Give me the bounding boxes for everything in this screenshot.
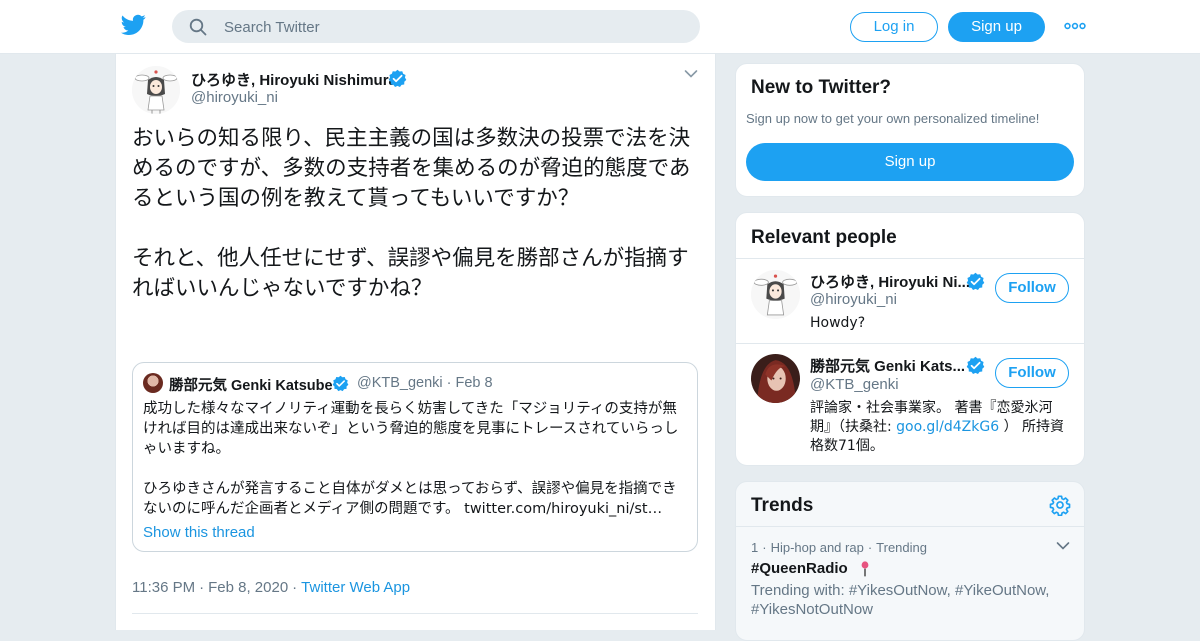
follow-button[interactable]: Follow <box>995 358 1069 388</box>
search-bar[interactable] <box>172 10 700 45</box>
card-title: New to Twitter? <box>751 77 892 98</box>
person-bio: 評論家・社会事業家。 著書『恋愛氷河期』（扶桑社: goo.gl/d4ZkG6 … <box>810 399 1070 456</box>
more-icon[interactable] <box>1064 19 1086 33</box>
trend-status: Trending <box>876 540 927 555</box>
person-bio-link[interactable]: goo.gl/d4ZkG6 <box>896 419 999 435</box>
quoted-author-meta: @KTB_genki · Feb 8 <box>357 375 493 391</box>
divider <box>736 258 1084 259</box>
person-handle[interactable]: @KTB_genki <box>810 376 899 393</box>
quoted-author-handle: @KTB_genki <box>357 375 443 391</box>
verified-icon <box>332 375 349 392</box>
twitter-logo-icon[interactable] <box>121 14 146 36</box>
trend-meta: 1 · Hip-hop and rap · Trending <box>751 540 927 555</box>
person-name[interactable]: ひろゆき, Hiroyuki Ni... <box>810 271 970 292</box>
search-icon <box>189 18 207 36</box>
quoted-tweet[interactable]: 勝部元気 Genki Katsube @KTB_genki · Feb 8 成功した… <box>132 362 698 552</box>
trend-name[interactable]: #QueenRadio <box>751 560 848 577</box>
new-to-twitter-card: New to Twitter? Sign up now to get your … <box>735 63 1085 197</box>
person-bio: Howdy? <box>810 315 866 331</box>
card-title: Relevant people <box>751 227 897 248</box>
chevron-down-icon[interactable] <box>684 69 698 79</box>
quoted-author-name: 勝部元気 Genki Katsube <box>169 378 333 394</box>
avatar-illustration <box>132 66 180 114</box>
verified-icon <box>966 356 985 374</box>
card-subtitle: Sign up now to get your own personalized… <box>746 111 1040 126</box>
follow-button[interactable]: Follow <box>995 273 1069 303</box>
login-button[interactable]: Log in <box>850 12 938 42</box>
person-avatar[interactable] <box>751 354 800 403</box>
chevron-down-icon[interactable] <box>1056 541 1070 551</box>
divider <box>736 343 1084 344</box>
trends-card: Trends 1 · Hip-hop and rap · Trending #Queen… <box>735 481 1085 641</box>
tweet-source-link[interactable]: Twitter Web App <box>301 579 410 596</box>
show-thread-link[interactable]: Show this thread <box>143 524 255 541</box>
gear-icon[interactable] <box>1049 494 1071 516</box>
verified-icon <box>966 272 985 290</box>
avatar-illustration <box>751 270 800 319</box>
divider <box>132 613 698 614</box>
avatar-photo <box>751 354 800 403</box>
search-input[interactable] <box>222 10 686 45</box>
divider <box>736 526 1084 527</box>
tweet-detail: ひろゆき, Hiroyuki Nishimura @hiroyuki_ni おい… <box>115 54 716 630</box>
person-avatar[interactable] <box>751 270 800 319</box>
quoted-author-avatar <box>143 373 163 393</box>
relevant-people-card: Relevant people ひろゆき, Hiroyuki Ni... @hi… <box>735 212 1085 466</box>
author-handle[interactable]: @hiroyuki_ni <box>191 89 278 106</box>
card-title: Trends <box>751 495 814 516</box>
trend-related[interactable]: Trending with: #YikesOutNow, #YikeOutNow… <box>751 581 1071 619</box>
tweet-meta: 11:36 PM · Feb 8, 2020 · Twitter Web App <box>132 579 411 596</box>
person-handle[interactable]: @hiroyuki_ni <box>810 291 897 308</box>
person-name[interactable]: 勝部元気 Genki Kats... <box>810 355 965 376</box>
author-avatar[interactable] <box>132 66 180 114</box>
top-bar: Log in Sign up <box>0 0 1200 54</box>
quoted-text: 成功した様々なマイノリティ運動を長らく妨害してきた「マジョリティの支持が無ければ… <box>143 401 679 517</box>
verified-icon <box>388 69 407 87</box>
trend-rank: 1 <box>751 540 759 555</box>
signup-card-button[interactable]: Sign up <box>746 143 1074 181</box>
quoted-date: Feb 8 <box>455 375 493 391</box>
trend-category: Hip-hop and rap <box>770 540 864 555</box>
author-name[interactable]: ひろゆき, Hiroyuki Nishimura <box>191 69 397 90</box>
tweet-text: おいらの知る限り、民主主義の国は多数決の投票で法を決めるのですが、多数の支持者を… <box>132 126 691 301</box>
tweet-time[interactable]: 11:36 PM <box>132 579 195 596</box>
microphone-emoji-icon <box>861 561 869 577</box>
tweet-date[interactable]: Feb 8, 2020 <box>208 579 288 596</box>
signup-button[interactable]: Sign up <box>948 12 1045 42</box>
